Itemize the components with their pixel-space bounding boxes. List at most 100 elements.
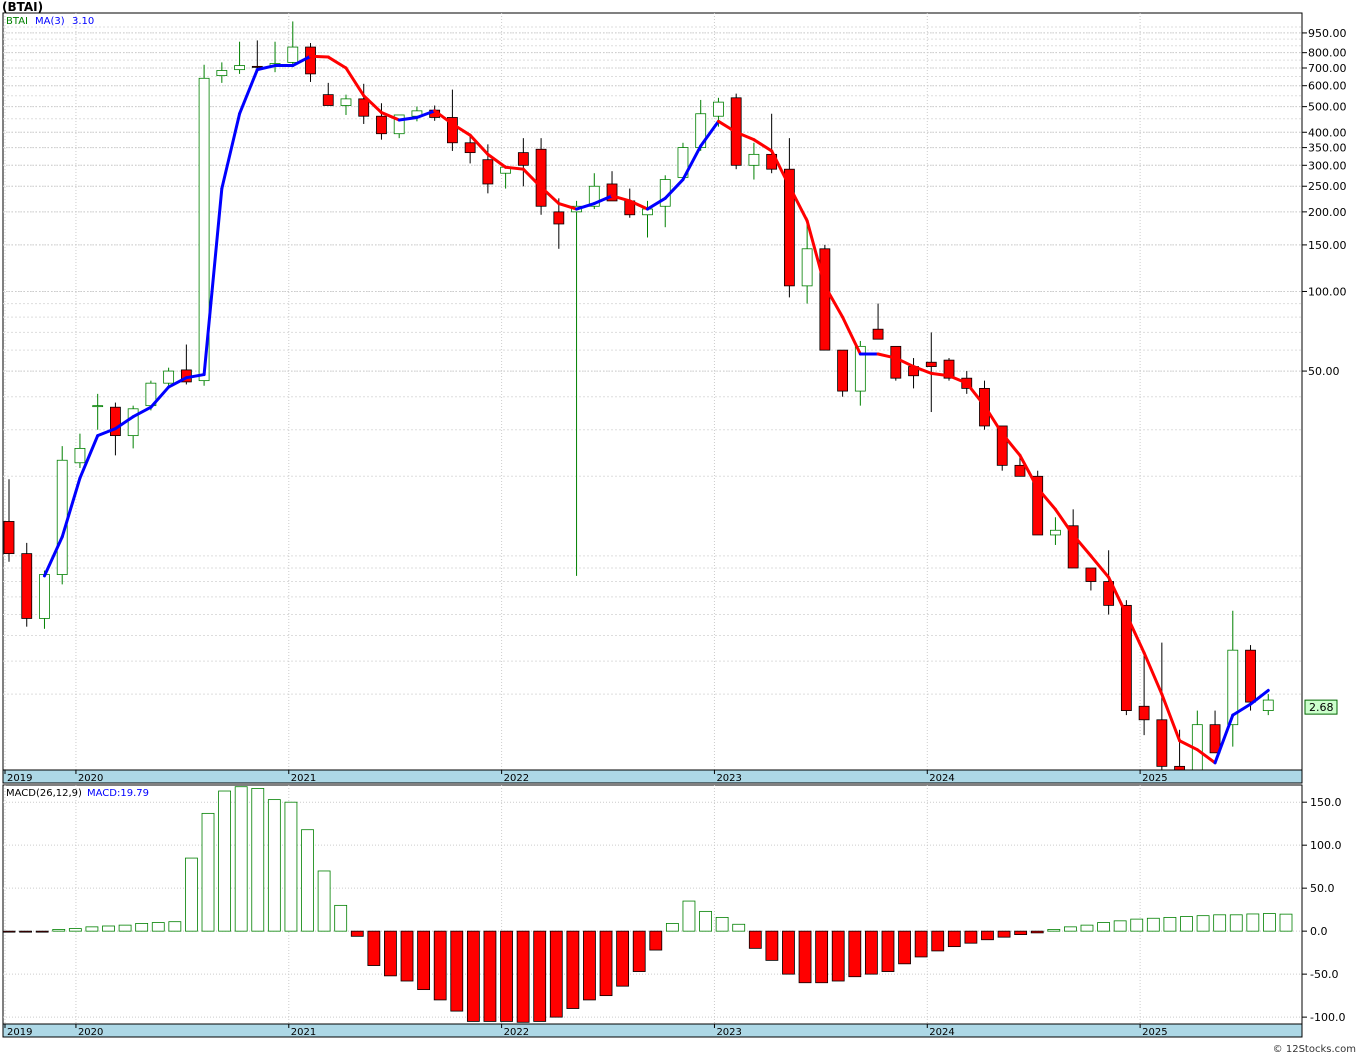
price-tick-label: 300.00 bbox=[1308, 159, 1347, 172]
macd-bar bbox=[400, 930, 414, 982]
macd-legend-value: MACD:19.79 bbox=[87, 788, 149, 799]
candle-body bbox=[713, 101, 724, 117]
candle bbox=[890, 345, 902, 381]
macd-bar bbox=[682, 900, 696, 932]
x-tick-label: 2019 bbox=[7, 773, 32, 784]
ma-segment bbox=[504, 165, 525, 171]
macd-bar bbox=[1229, 914, 1243, 932]
candle-body bbox=[163, 370, 175, 384]
candle-body bbox=[21, 553, 33, 619]
macd-bar bbox=[185, 857, 198, 932]
macd-x-tick-label: 2022 bbox=[504, 1027, 529, 1038]
candle-body bbox=[1032, 475, 1044, 536]
macd-bar bbox=[1196, 915, 1210, 932]
macd-bar bbox=[317, 870, 331, 932]
candle-body bbox=[1014, 464, 1026, 477]
price-tick-label: 350.00 bbox=[1308, 142, 1347, 155]
macd-plot-area bbox=[2, 784, 1303, 1025]
macd-bar bbox=[52, 929, 66, 932]
macd-bar bbox=[981, 930, 994, 941]
candle-body bbox=[376, 115, 387, 135]
candle-body bbox=[925, 361, 937, 367]
legend-symbol: BTAI bbox=[6, 16, 28, 27]
candle-body bbox=[1050, 529, 1061, 536]
candle-body bbox=[251, 65, 263, 68]
macd-bar bbox=[583, 930, 596, 1001]
macd-bar bbox=[151, 922, 165, 932]
price-tick-label: 800.00 bbox=[1308, 47, 1347, 60]
macd-bar bbox=[1163, 916, 1177, 932]
macd-bar bbox=[251, 788, 265, 932]
candle bbox=[21, 542, 33, 627]
macd-bar bbox=[350, 930, 364, 937]
candle-body bbox=[535, 148, 547, 207]
candle-body bbox=[92, 405, 104, 408]
macd-bar bbox=[947, 930, 961, 948]
candle-body bbox=[872, 328, 884, 340]
macd-x-tick-label: 2019 bbox=[7, 1027, 32, 1038]
candle-body bbox=[1156, 719, 1168, 767]
macd-tick-label: -50.0 bbox=[1310, 968, 1338, 981]
macd-bar bbox=[732, 923, 746, 932]
last-price-label: 2.68 bbox=[1309, 701, 1334, 714]
macd-bar bbox=[234, 786, 248, 932]
candle-body bbox=[553, 211, 565, 225]
price-tick-label: 400.00 bbox=[1308, 126, 1347, 139]
legend-ma-label: MA(3) bbox=[35, 16, 65, 27]
macd-bar bbox=[599, 930, 613, 997]
candle bbox=[837, 349, 848, 397]
macd-bar bbox=[914, 930, 928, 958]
macd-bar bbox=[135, 923, 149, 932]
macd-bar bbox=[1047, 929, 1061, 932]
x-tick-label: 2023 bbox=[716, 773, 741, 784]
x-tick-label: 2022 bbox=[504, 773, 529, 784]
price-tick-label: 600.00 bbox=[1308, 80, 1347, 93]
macd-bar bbox=[964, 930, 978, 944]
macd-bar bbox=[566, 930, 580, 1009]
macd-bar bbox=[1146, 917, 1160, 932]
macd-bar bbox=[102, 925, 115, 932]
macd-bar bbox=[815, 930, 829, 984]
macd-bar bbox=[864, 930, 878, 975]
candle-body bbox=[464, 142, 476, 154]
candle-body bbox=[748, 153, 760, 166]
macd-x-tick-label: 2025 bbox=[1142, 1027, 1167, 1038]
x-tick-label: 2025 bbox=[1142, 773, 1167, 784]
candle-body bbox=[819, 248, 831, 351]
macd-bar bbox=[1097, 922, 1110, 932]
candle-body bbox=[216, 70, 228, 77]
macd-bar bbox=[483, 930, 497, 1022]
macd-bar bbox=[450, 930, 464, 1012]
candle bbox=[535, 138, 547, 215]
macd-bar bbox=[267, 799, 281, 932]
candle-body bbox=[1245, 649, 1256, 703]
macd-bar bbox=[931, 930, 945, 952]
macd-legend-label: MACD(26,12,9) bbox=[6, 788, 82, 799]
macd-x-tick-label: 2024 bbox=[929, 1027, 954, 1038]
candle-body bbox=[1262, 699, 1274, 711]
macd-bar bbox=[765, 930, 779, 961]
macd-bar bbox=[1113, 920, 1127, 932]
candle-body bbox=[322, 94, 334, 106]
macd-bar bbox=[384, 930, 397, 977]
candle bbox=[819, 244, 831, 351]
macd-bar bbox=[516, 930, 530, 1023]
macd-bar bbox=[997, 930, 1011, 938]
macd-bar bbox=[284, 801, 298, 932]
macd-bar bbox=[898, 930, 911, 965]
macd-bar bbox=[1080, 924, 1094, 932]
candle-body bbox=[39, 574, 50, 619]
macd-bar bbox=[1030, 930, 1044, 934]
macd-bar bbox=[798, 930, 812, 984]
macd-bar bbox=[201, 812, 215, 932]
candle-body bbox=[287, 46, 299, 63]
price-x-axis-band bbox=[2, 769, 1303, 784]
macd-bar bbox=[168, 921, 182, 932]
candle-body bbox=[1085, 567, 1097, 582]
macd-bar bbox=[1263, 913, 1276, 932]
price-plot-area bbox=[2, 12, 1303, 771]
price-tick-label: 150.00 bbox=[1308, 239, 1347, 252]
macd-bar bbox=[748, 930, 762, 949]
macd-bar bbox=[782, 930, 795, 975]
candle-body bbox=[801, 248, 813, 287]
